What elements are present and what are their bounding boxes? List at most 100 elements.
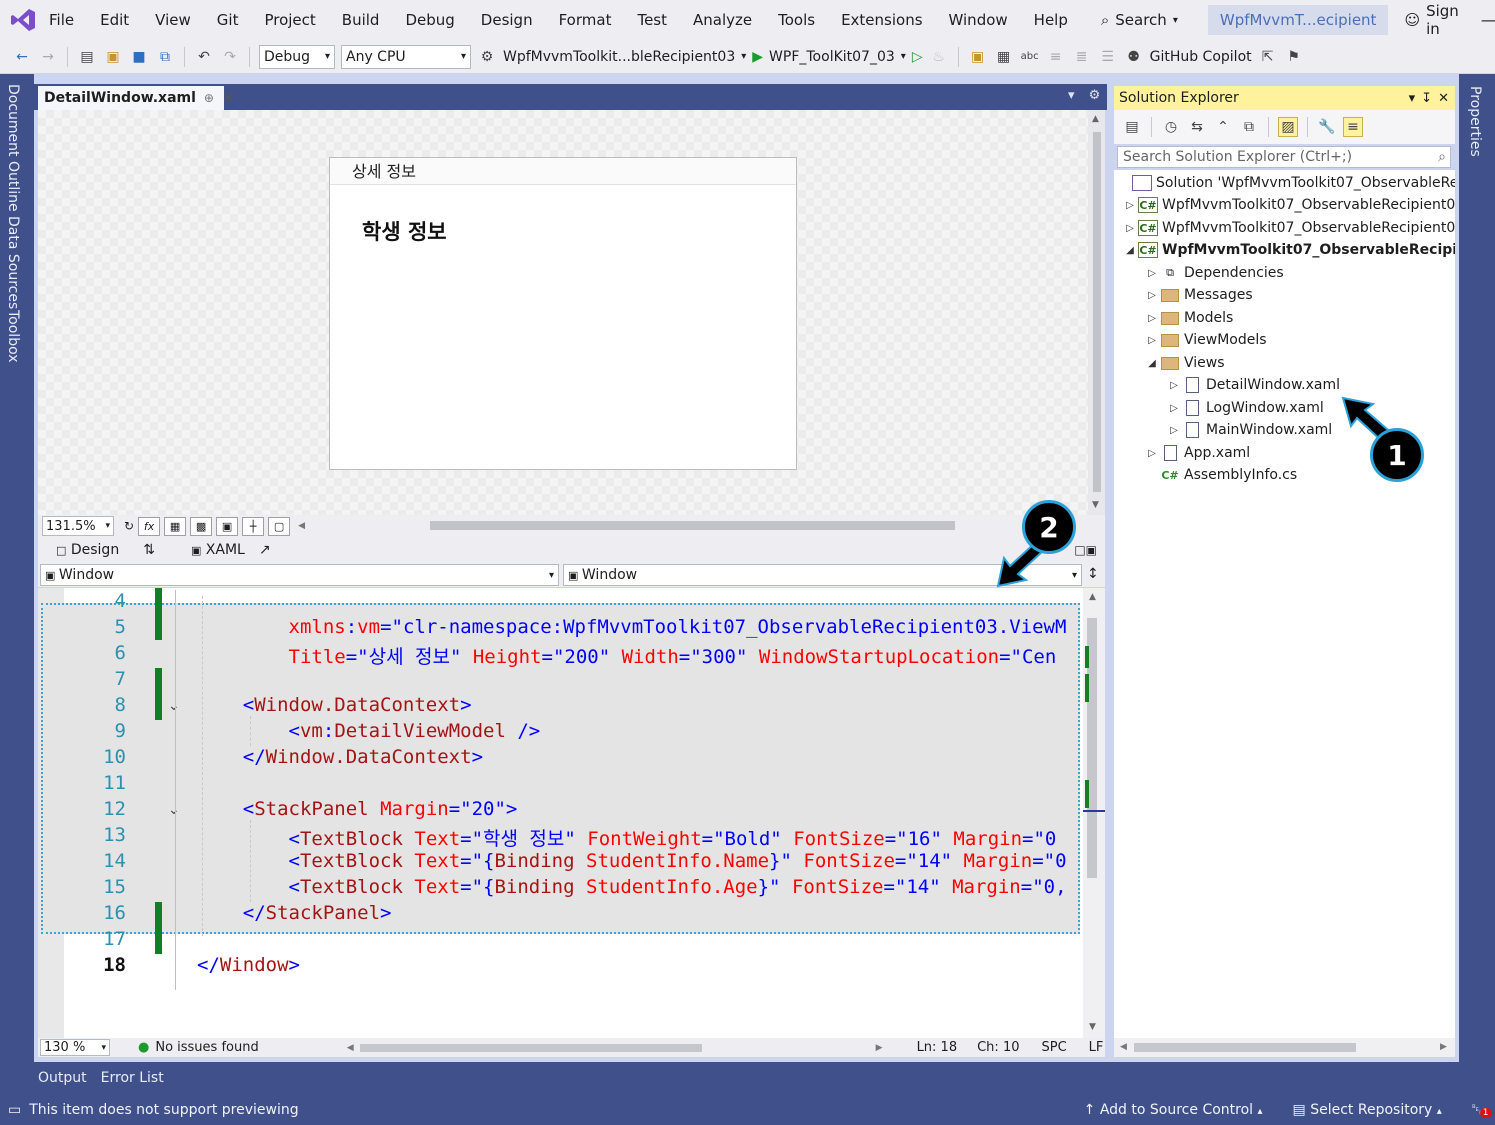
document-outline-tab[interactable]: Document Outline: [5, 84, 21, 212]
minimize-button[interactable]: —: [1481, 10, 1495, 31]
tree-item-solution[interactable]: Solution 'WpfMvvmToolkit07_ObservableRec…: [1116, 172, 1455, 194]
tree-item-dependencies[interactable]: ▷ ⧉ Dependencies: [1144, 262, 1284, 284]
undo-icon[interactable]: ↶: [194, 47, 214, 67]
tab-detailwindow-xaml[interactable]: DetailWindow.xaml ⊕ ✕: [38, 86, 235, 110]
align-icon[interactable]: ≡: [1046, 47, 1066, 67]
search-icon[interactable]: ⌕: [1438, 149, 1446, 165]
menu-git[interactable]: Git: [204, 0, 252, 40]
menu-format[interactable]: Format: [546, 0, 625, 40]
swap-panes-icon[interactable]: ⇅: [143, 542, 155, 558]
tree-item-assemblyinfo-cs[interactable]: C# AssemblyInfo.cs: [1144, 464, 1297, 486]
tree-item-project-01[interactable]: ▷ C# WpfMvvmToolkit07_ObservableRecipient…: [1122, 194, 1455, 216]
preview-selected-icon[interactable]: ≡: [1343, 117, 1363, 137]
select-repository-button[interactable]: ▤ Select Repository ▴: [1293, 1102, 1442, 1118]
expand-arrow-icon[interactable]: ▷: [1144, 313, 1160, 324]
menu-build[interactable]: Build: [329, 0, 393, 40]
configuration-select[interactable]: Debug ▾: [259, 44, 335, 69]
save-icon[interactable]: ■: [129, 47, 149, 67]
notifications-button[interactable]: ␇ 1: [1472, 1102, 1492, 1118]
output-tab[interactable]: Output: [38, 1070, 87, 1086]
popout-icon[interactable]: ↗: [259, 542, 271, 558]
expand-arrow-icon[interactable]: ▷: [1144, 290, 1160, 301]
designer-horizontal-scrollbar-thumb[interactable]: [430, 521, 955, 530]
tree-item-project-03[interactable]: ◢C# WpfMvvmToolkit07_ObservableRecipient…: [1122, 239, 1455, 261]
tree-item-logwindow-xaml[interactable]: ▷ LogWindow.xaml: [1166, 397, 1324, 419]
collapse-all-icon[interactable]: ⌃: [1213, 117, 1233, 137]
snap-grid-icon[interactable]: ▩: [190, 516, 213, 536]
grid-icon[interactable]: ▦: [164, 516, 187, 536]
menu-tools[interactable]: Tools: [765, 0, 828, 40]
show-all-files-icon[interactable]: ⧉: [1239, 117, 1259, 137]
scroll-left-icon[interactable]: ◀: [347, 1043, 354, 1053]
back-icon[interactable]: ←: [12, 47, 32, 67]
solution-explorer-horizontal-scrollbar[interactable]: ◀ ▶: [1114, 1038, 1455, 1057]
close-icon[interactable]: ✕: [222, 89, 235, 107]
xaml-tab[interactable]: ▣ XAML: [191, 542, 245, 558]
start-debugging-icon[interactable]: ▶: [752, 49, 763, 65]
share-icon[interactable]: ⇱: [1258, 47, 1278, 67]
line-indicator[interactable]: Ln: 18: [917, 1040, 958, 1055]
properties-tab[interactable]: Properties: [1467, 86, 1483, 157]
close-icon[interactable]: ✕: [1438, 91, 1449, 106]
menu-view[interactable]: View: [142, 0, 204, 40]
startup-project-select[interactable]: WpfMvvmToolkit...bleRecipient03: [503, 49, 735, 65]
issues-status[interactable]: No issues found: [155, 1040, 258, 1055]
refresh-icon[interactable]: ↻: [124, 519, 134, 533]
gear-icon[interactable]: ⚙: [1089, 88, 1101, 103]
scrollbar-thumb[interactable]: [1134, 1043, 1356, 1052]
element-type-select[interactable]: ▣ Window ▾: [40, 564, 559, 586]
run-target-button[interactable]: WPF_ToolKit07_03: [769, 49, 895, 65]
chevron-down-icon[interactable]: ▾: [1409, 91, 1416, 106]
comment-icon[interactable]: ☰: [1098, 47, 1118, 67]
fold-icon[interactable]: ⌄: [168, 698, 180, 714]
tree-item-mainwindow-xaml[interactable]: ▷ MainWindow.xaml: [1166, 419, 1332, 441]
scrollbar-thumb[interactable]: [1093, 132, 1101, 492]
redo-icon[interactable]: ↷: [220, 47, 240, 67]
tree-item-views[interactable]: ◢ Views: [1144, 352, 1224, 374]
split-editor-icon[interactable]: ↕: [1087, 566, 1099, 582]
wrench-icon[interactable]: 🔧: [1317, 117, 1337, 137]
chevron-down-icon[interactable]: ▾: [1068, 88, 1075, 103]
toolbox-tab[interactable]: Toolbox: [5, 310, 21, 363]
sign-in-button[interactable]: ☺ Sign in: [1404, 2, 1458, 38]
device-icon[interactable]: ▢: [268, 516, 291, 536]
expand-arrow-icon[interactable]: ▷: [1166, 380, 1182, 391]
expand-arrow-icon[interactable]: ▷: [1166, 403, 1182, 414]
visual-studio-logo-icon[interactable]: [10, 2, 36, 38]
start-without-debugging-icon[interactable]: ▷: [912, 49, 923, 65]
github-copilot-button[interactable]: GitHub Copilot: [1150, 49, 1252, 65]
solution-explorer-search-input[interactable]: Search Solution Explorer (Ctrl+;) ⌕: [1117, 146, 1451, 168]
design-tab[interactable]: □ Design: [56, 542, 119, 558]
scroll-right-icon[interactable]: ▶: [876, 1043, 883, 1053]
collapse-arrow-icon[interactable]: ◢: [1122, 245, 1138, 256]
tree-item-detailwindow-xaml[interactable]: ▷ DetailWindow.xaml: [1166, 374, 1340, 396]
history-icon[interactable]: ◷: [1161, 117, 1181, 137]
tree-item-models[interactable]: ▷ Models: [1144, 307, 1233, 329]
expand-arrow-icon[interactable]: ▷: [1166, 425, 1182, 436]
data-sources-tab[interactable]: Data Sources: [5, 216, 21, 309]
tree-item-viewmodels[interactable]: ▷ ViewModels: [1144, 329, 1266, 351]
menu-analyze[interactable]: Analyze: [680, 0, 765, 40]
error-list-tab[interactable]: Error List: [101, 1070, 164, 1086]
sync-icon[interactable]: ⇆: [1187, 117, 1207, 137]
scroll-left-icon[interactable]: ◀: [298, 521, 305, 531]
fold-icon[interactable]: ⌄: [168, 802, 180, 818]
horizontal-scrollbar-thumb[interactable]: [359, 1043, 702, 1052]
new-project-icon[interactable]: ▤: [77, 47, 97, 67]
search-button[interactable]: ⌕ Search ▾: [1089, 11, 1190, 29]
save-all-icon[interactable]: ⧉: [155, 47, 175, 67]
expand-arrow-icon[interactable]: ▷: [1144, 268, 1160, 279]
collapse-arrow-icon[interactable]: ◢: [1144, 358, 1160, 369]
menu-help[interactable]: Help: [1021, 0, 1081, 40]
switch-views-icon[interactable]: ▤: [1122, 117, 1142, 137]
menu-project[interactable]: Project: [251, 0, 328, 40]
scroll-down-icon[interactable]: ▼: [1089, 1022, 1096, 1032]
platform-select[interactable]: Any CPU ▾: [341, 44, 471, 69]
copilot-icon[interactable]: ⚉: [1124, 47, 1144, 67]
menu-edit[interactable]: Edit: [87, 0, 142, 40]
menu-debug[interactable]: Debug: [392, 0, 467, 40]
menu-extensions[interactable]: Extensions: [828, 0, 935, 40]
menu-file[interactable]: File: [36, 0, 87, 40]
line-ending-indicator[interactable]: LF: [1089, 1040, 1104, 1055]
whitespace-indicator[interactable]: SPC: [1041, 1040, 1066, 1055]
